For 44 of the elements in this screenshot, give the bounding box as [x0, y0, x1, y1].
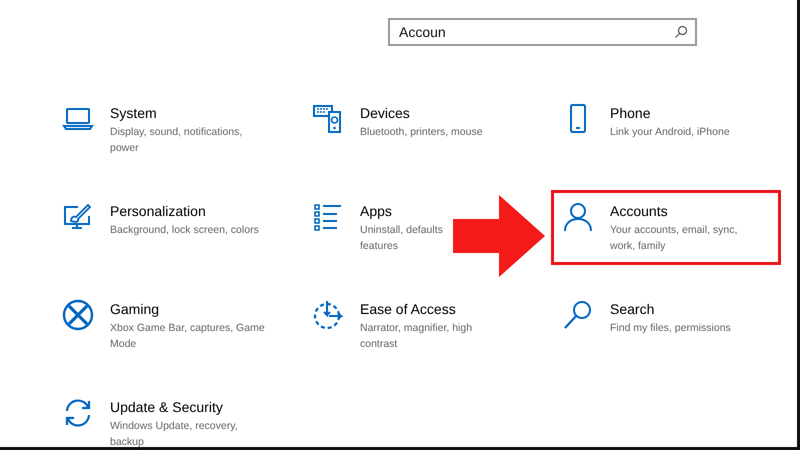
- item-description: Xbox Game Bar, captures, Game: [110, 321, 265, 336]
- item-title: Phone: [610, 104, 652, 122]
- settings-item[interactable]: Personalization Background, lock screen, colors: [51, 190, 301, 249]
- settings-item[interactable]: Devices Bluetooth, printers, mouse: [301, 92, 551, 151]
- dashed-clock-icon: [312, 299, 344, 331]
- item-title: Accounts: [610, 202, 669, 220]
- item-description: Find my files, permissions: [610, 321, 731, 336]
- item-description: Display, sound, notifications,: [110, 125, 242, 140]
- list-icon: [312, 201, 344, 233]
- item-description: power: [110, 141, 140, 156]
- item-description: Narrator, magnifier, high: [360, 321, 472, 336]
- item-description: Uninstall, defaults: [360, 223, 443, 238]
- item-title: Personalization: [110, 202, 207, 220]
- search-icon: [674, 25, 688, 39]
- settings-item[interactable]: Gaming Xbox Game Bar, captures, Game Mode: [51, 288, 301, 363]
- xbox-icon: [62, 299, 94, 331]
- item-description: work, family: [610, 239, 666, 254]
- settings-item[interactable]: Apps Uninstall, defaults features: [301, 190, 551, 265]
- item-title: Devices: [360, 104, 411, 122]
- person-icon: [562, 201, 594, 233]
- highlighted-settings-item[interactable]: Accounts Your accounts, email, sync, work, family: [551, 190, 781, 265]
- item-description: Windows Update, recovery,: [110, 419, 238, 434]
- settings-item[interactable]: Search Find my files, permissions: [551, 288, 781, 347]
- item-title: Ease of Access: [360, 300, 457, 318]
- settings-item[interactable]: System Display, sound, notifications, power: [51, 92, 301, 167]
- item-description: Link your Android, iPhone: [610, 125, 730, 140]
- item-description: contrast: [360, 337, 398, 352]
- settings-item[interactable]: Update & Security Windows Update, recovery, backup: [51, 386, 301, 447]
- settings-item[interactable]: Phone Link your Android, iPhone: [551, 92, 781, 151]
- item-description: Mode: [110, 337, 138, 352]
- keyboard-speaker-icon: [312, 103, 344, 135]
- item-description: Background, lock screen, colors: [110, 223, 259, 238]
- item-title: Update & Security: [110, 398, 224, 416]
- item-title: System: [110, 104, 158, 122]
- item-description: features: [360, 239, 399, 254]
- item-title: Apps: [360, 202, 393, 220]
- item-description: Your accounts, email, sync,: [610, 223, 738, 238]
- item-description: backup: [110, 435, 145, 447]
- search-field[interactable]: Accoun: [388, 18, 697, 46]
- item-title: Gaming: [110, 300, 160, 318]
- item-description: Bluetooth, printers, mouse: [360, 125, 483, 140]
- item-title: Search: [610, 300, 656, 318]
- settings-item[interactable]: Ease of Access Narrator, magnifier, high contrast: [301, 288, 551, 363]
- magnifier-icon: [562, 299, 594, 331]
